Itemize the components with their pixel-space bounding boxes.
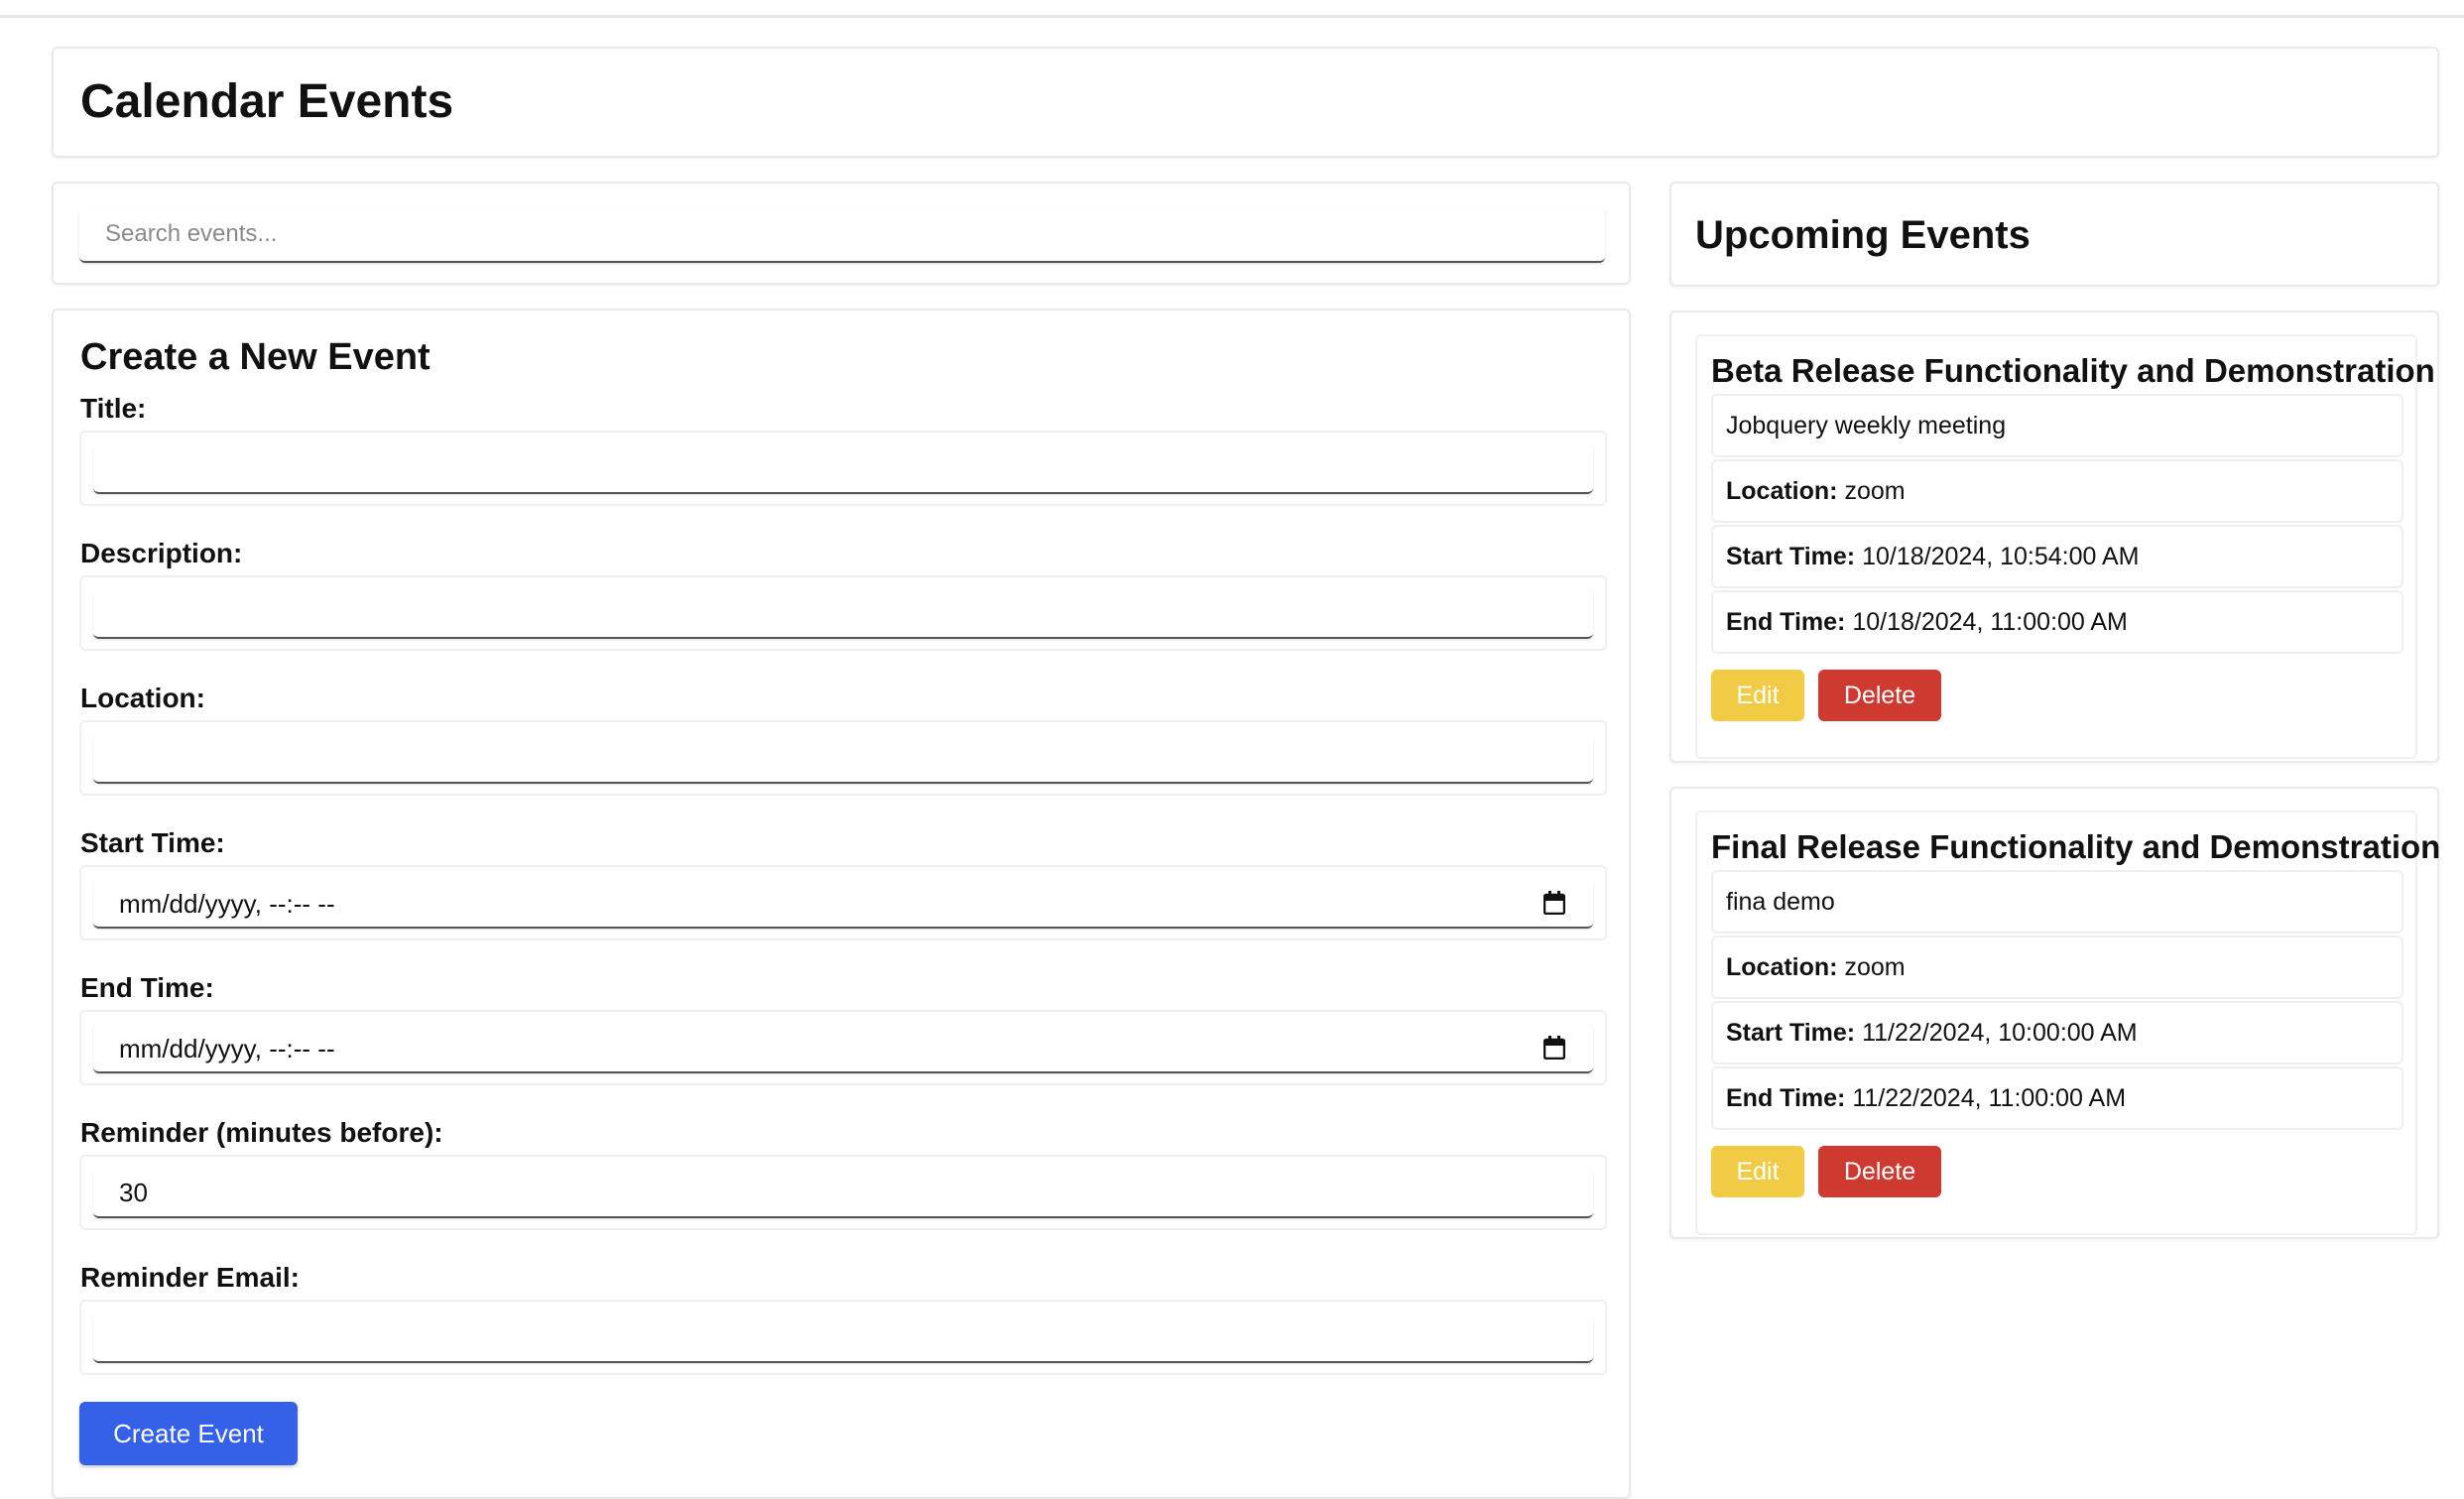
event-start-time: Start Time: 10/18/2024, 10:54:00 AM (1711, 525, 2403, 588)
edit-button[interactable]: Edit (1711, 670, 1804, 721)
event-location: Location: zoom (1711, 936, 2403, 999)
event-card-inner: Beta Release Functionality and Demonstra… (1695, 334, 2435, 759)
delete-button[interactable]: Delete (1818, 670, 1941, 721)
end-time-input[interactable]: mm/dd/yyyy, --:-- -- (93, 1024, 1593, 1073)
title-field-box (79, 431, 1607, 506)
form-heading: Create a New Event (80, 336, 431, 378)
edit-button[interactable]: Edit (1711, 1146, 1804, 1197)
location-label: Location: (80, 683, 205, 713)
calendar-icon[interactable] (1543, 1036, 1565, 1060)
title-label: Title: (80, 393, 147, 424)
search-input[interactable] (79, 207, 1605, 263)
page-header: Calendar Events (52, 47, 2439, 158)
reminder-label: Reminder (minutes before): (80, 1117, 443, 1148)
start-time-key: Start Time: (1726, 543, 1856, 570)
end-time-key: End Time: (1726, 1084, 1846, 1112)
event-title: Beta Release Functionality and Demonstra… (1711, 352, 2435, 389)
reminder-email-input[interactable] (93, 1313, 1593, 1363)
description-field-box (79, 575, 1607, 651)
description-label: Description: (80, 538, 243, 568)
page-title: Calendar Events (80, 75, 454, 128)
reminder-email-label: Reminder Email: (80, 1262, 300, 1293)
end-time-value: 10/18/2024, 11:00:00 AM (1852, 608, 2128, 636)
upcoming-heading: Upcoming Events (1695, 213, 2031, 257)
start-time-key: Start Time: (1726, 1019, 1856, 1047)
delete-button[interactable]: Delete (1818, 1146, 1941, 1197)
reminder-email-field-box (79, 1300, 1607, 1375)
event-title: Final Release Functionality and Demonstr… (1711, 828, 2441, 865)
location-value: zoom (1844, 953, 1906, 981)
start-time-input[interactable]: mm/dd/yyyy, --:-- -- (93, 879, 1593, 929)
reminder-field-box (79, 1155, 1607, 1230)
location-value: zoom (1844, 477, 1906, 505)
location-field-box (79, 720, 1607, 796)
end-time-value: mm/dd/yyyy, --:-- -- (119, 1034, 335, 1063)
upcoming-events-header: Upcoming Events (1669, 182, 2439, 287)
start-time-field-box: mm/dd/yyyy, --:-- -- (79, 865, 1607, 940)
description-input[interactable] (93, 589, 1593, 639)
event-end-time: End Time: 11/22/2024, 11:00:00 AM (1711, 1066, 2403, 1130)
create-event-form: Create a New Event Title: Description: L… (52, 309, 1631, 1499)
event-start-time: Start Time: 11/22/2024, 10:00:00 AM (1711, 1001, 2403, 1064)
event-description-text: Jobquery weekly meeting (1726, 412, 2007, 439)
event-card: Final Release Functionality and Demonstr… (1669, 787, 2440, 1239)
start-time-value: 10/18/2024, 10:54:00 AM (1862, 543, 2140, 570)
location-input[interactable] (93, 734, 1593, 784)
calendar-icon[interactable] (1543, 891, 1565, 915)
reminder-minutes-input[interactable] (93, 1169, 1593, 1218)
start-time-label: Start Time: (80, 827, 225, 858)
event-description: fina demo (1711, 870, 2403, 934)
location-key: Location: (1726, 953, 1838, 981)
event-end-time: End Time: 10/18/2024, 11:00:00 AM (1711, 590, 2403, 654)
event-card: Beta Release Functionality and Demonstra… (1669, 311, 2439, 763)
title-input[interactable] (93, 444, 1593, 494)
create-event-button[interactable]: Create Event (79, 1402, 298, 1465)
end-time-key: End Time: (1726, 608, 1846, 636)
event-description-text: fina demo (1726, 888, 1835, 916)
start-time-value: 11/22/2024, 10:00:00 AM (1862, 1019, 2138, 1047)
end-time-value: 11/22/2024, 11:00:00 AM (1852, 1084, 2127, 1112)
search-card (52, 182, 1631, 285)
end-time-label: End Time: (80, 972, 214, 1003)
start-time-value: mm/dd/yyyy, --:-- -- (119, 889, 335, 919)
browser-top-divider (0, 0, 2464, 18)
event-card-inner: Final Release Functionality and Demonstr… (1695, 811, 2440, 1235)
end-time-field-box: mm/dd/yyyy, --:-- -- (79, 1010, 1607, 1085)
location-key: Location: (1726, 477, 1838, 505)
event-description: Jobquery weekly meeting (1711, 394, 2403, 457)
event-location: Location: zoom (1711, 459, 2403, 523)
